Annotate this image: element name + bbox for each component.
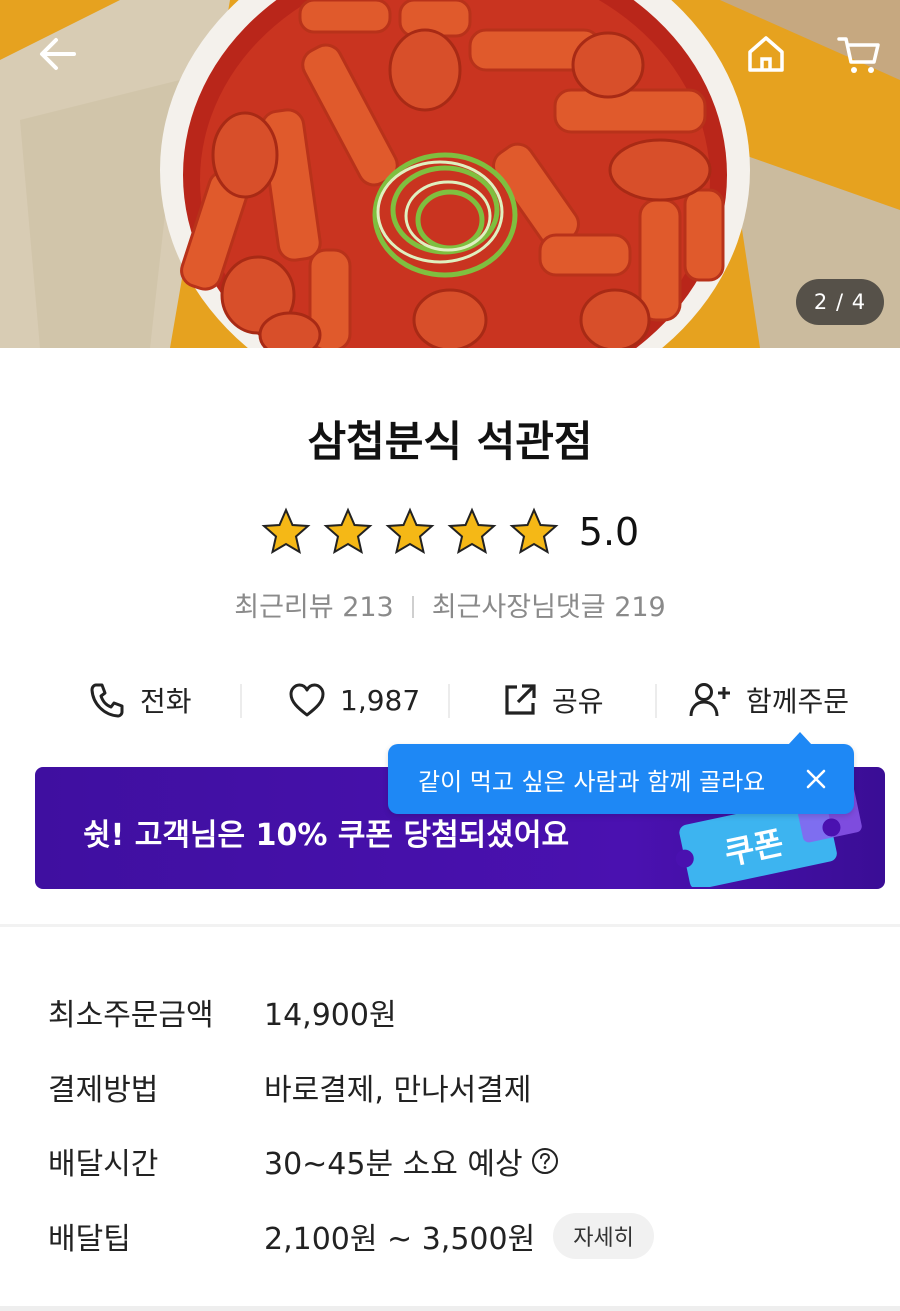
phone-icon [90, 683, 124, 718]
info-value: 2,100원 ~ 3,500원 [264, 1222, 536, 1257]
store-name: 삼첩분식 석관점 [307, 417, 593, 466]
group-order-label: 함께주문 [746, 685, 850, 718]
call-button[interactable]: 전화 [88, 670, 192, 730]
info-label: 최소주문금액 [48, 998, 214, 1033]
share-icon [505, 684, 536, 715]
call-label: 전화 [140, 685, 192, 718]
rating-row: 5.0 [0, 505, 900, 559]
section-divider [0, 924, 900, 927]
group-order-button[interactable]: 함께주문 [688, 670, 849, 730]
home-button[interactable] [740, 28, 792, 80]
info-row-payment: 결제방법 바로결제, 만나서결제 [48, 1062, 531, 1112]
back-arrow-icon [40, 38, 76, 70]
star-icon [509, 507, 559, 555]
info-value: 14,900원 [264, 998, 397, 1033]
heart-icon [289, 683, 325, 717]
image-counter: 2 / 4 [796, 279, 884, 325]
home-icon [748, 36, 784, 72]
like-button[interactable]: 1,987 [288, 670, 420, 730]
star-rating [261, 507, 559, 557]
tooltip-text: 같이 먹고 싶은 사람과 함께 골라요 [418, 767, 766, 796]
info-value-wrap: 30~45분 소요 예상 [264, 1139, 559, 1183]
star-icon [261, 507, 311, 555]
share-label: 공유 [552, 685, 604, 718]
divider [448, 684, 450, 718]
add-person-icon [689, 683, 730, 717]
owner-comments-link[interactable]: 최근사장님댓글 219 [432, 592, 666, 623]
hero-image[interactable]: 2 / 4 [0, 0, 900, 348]
info-row-delivery-tip: 배달팁 2,100원 ~ 3,500원 자세히 [48, 1211, 654, 1261]
action-bar: 전화 1,987 공유 함께주문 [0, 670, 900, 730]
detail-button[interactable]: 자세히 [553, 1213, 654, 1259]
divider [655, 684, 657, 718]
help-icon[interactable] [531, 1147, 559, 1175]
cart-icon [837, 37, 880, 73]
group-order-tooltip: 같이 먹고 싶은 사람과 함께 골라요 [388, 732, 854, 814]
info-label: 결제방법 [48, 1073, 159, 1108]
cart-button[interactable] [833, 28, 885, 80]
rating-value: 5.0 [578, 510, 640, 554]
star-icon [385, 507, 435, 555]
back-button[interactable] [32, 28, 84, 80]
like-count: 1,987 [340, 683, 421, 717]
close-icon[interactable] [804, 767, 828, 791]
info-value-wrap: 2,100원 ~ 3,500원 자세히 [264, 1213, 654, 1259]
star-icon [447, 507, 497, 555]
info-value: 바로결제, 만나서결제 [264, 1073, 532, 1108]
star-icon [323, 507, 373, 555]
recent-reviews-link[interactable]: 최근리뷰 213 [234, 592, 393, 623]
coupon-text: 쉿! 고객님은 10% 쿠폰 당첨되셨어요 [83, 818, 570, 853]
review-counts: 최근리뷰 213 최근사장님댓글 219 [0, 585, 900, 624]
info-label: 배달팁 [48, 1222, 131, 1257]
info-value: 30~45분 소요 예상 [264, 1147, 523, 1182]
divider [240, 684, 242, 718]
info-row-delivery-time: 배달시간 30~45분 소요 예상 [48, 1136, 559, 1186]
info-label: 배달시간 [48, 1147, 159, 1182]
share-button[interactable]: 공유 [502, 670, 604, 730]
separator [411, 596, 414, 618]
bottom-divider [0, 1306, 900, 1311]
info-row-min-order: 최소주문금액 14,900원 [48, 987, 397, 1037]
